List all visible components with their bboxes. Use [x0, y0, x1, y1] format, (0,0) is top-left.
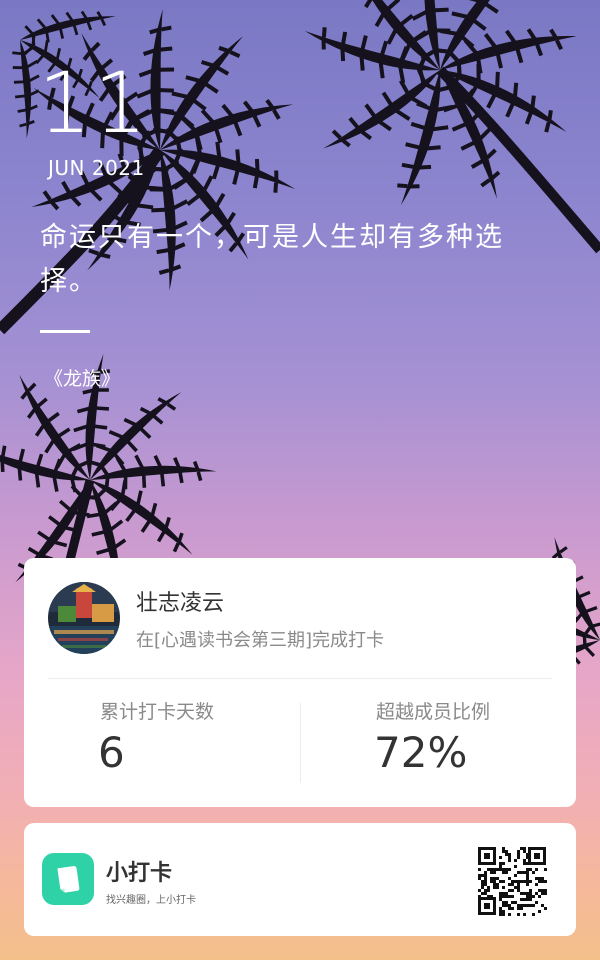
- stat-label-days: 累计打卡天数: [100, 701, 215, 723]
- app-slogan: 找兴趣圈，上小打卡: [106, 895, 196, 906]
- card-divider: [48, 678, 552, 679]
- stat-value-days: 6: [98, 728, 125, 777]
- stat-divider: [300, 703, 301, 783]
- stat-label-percent: 超越成员比例: [376, 701, 491, 723]
- date-day: 11: [38, 54, 149, 152]
- checkin-description: 在[心遇读书会第三期]完成打卡: [136, 630, 385, 651]
- username: 壮志凌云: [136, 591, 225, 616]
- date-month-year: JUN 2021: [48, 156, 145, 180]
- stat-value-percent: 72%: [374, 728, 468, 777]
- quote-source: 《龙族》: [44, 368, 121, 390]
- checkin-card: 壮志凌云 在[心遇读书会第三期]完成打卡 累计打卡天数 6 超越成员比例 72%: [24, 558, 576, 807]
- note-card-icon: [42, 853, 94, 905]
- avatar[interactable]: [48, 582, 120, 654]
- quote-text: 命运只有一个，可是人生却有多种选择。: [40, 222, 504, 297]
- qr-code-icon[interactable]: [476, 845, 548, 917]
- app-card: 小打卡 找兴趣圈，上小打卡: [24, 823, 576, 936]
- quote-divider: [40, 330, 90, 333]
- app-name: 小打卡: [106, 861, 173, 886]
